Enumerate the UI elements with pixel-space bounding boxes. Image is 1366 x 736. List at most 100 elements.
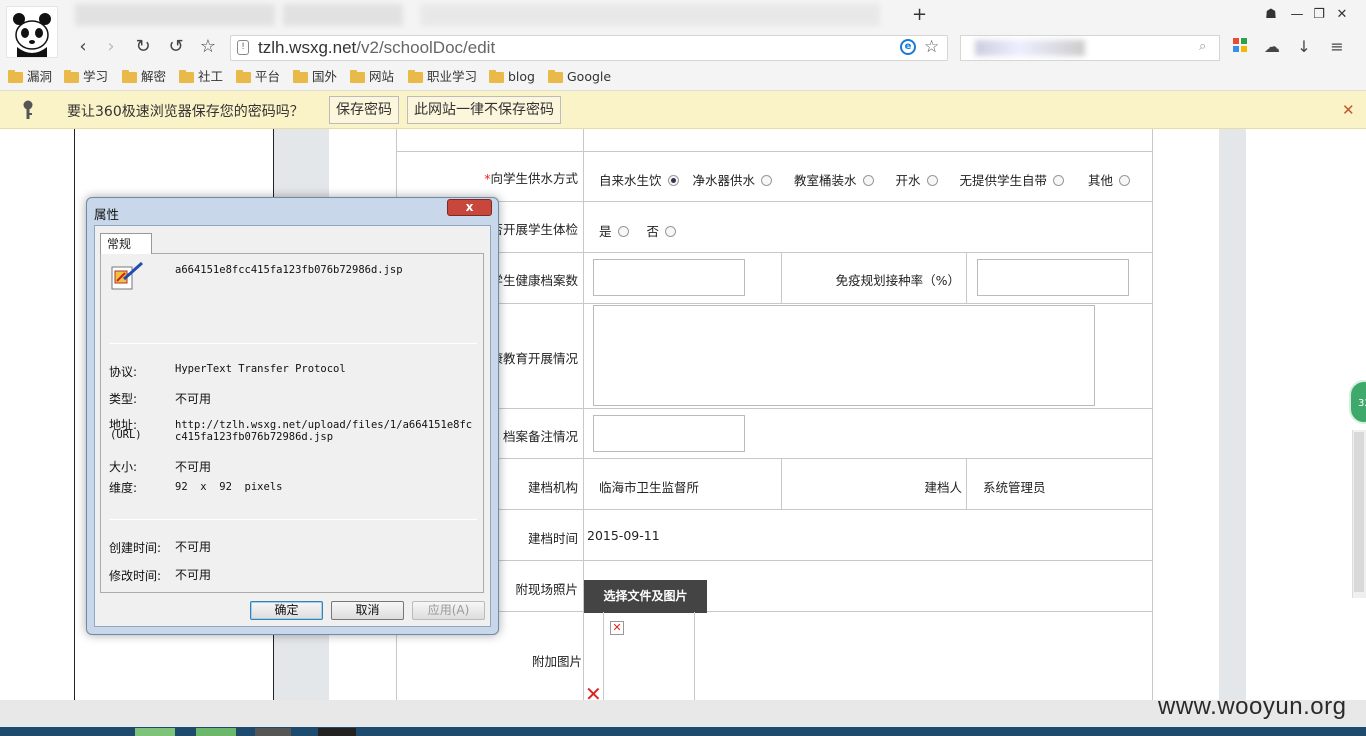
search-icon[interactable]: ⌕ [1199, 39, 1206, 54]
folder-icon [408, 69, 423, 83]
exam-options: 是 否 [599, 221, 678, 240]
download-icon[interactable]: ↓ [1293, 36, 1315, 58]
new-tab-button[interactable]: + [912, 4, 927, 25]
panda-logo-icon[interactable] [6, 6, 58, 58]
archive-note-input[interactable] [593, 415, 745, 452]
forward-icon[interactable]: › [100, 36, 122, 58]
cell-divider [781, 253, 782, 304]
size-label: 大小: [109, 460, 138, 474]
address-label-url: (URL) [110, 429, 142, 441]
folder-icon [548, 69, 563, 83]
type-label: 类型: [109, 392, 138, 406]
address-value-line2: c415fa123fb076b72986d.jsp [175, 431, 334, 443]
type-value: 不可用 [175, 392, 212, 406]
broken-image-icon: ✕ [610, 621, 624, 635]
search-blurred [975, 40, 1085, 56]
key-icon [20, 100, 36, 120]
folder-icon [489, 69, 504, 83]
separator [109, 519, 477, 520]
taskbar-app-icon[interactable] [135, 728, 175, 736]
org-value: 临海市卫生监督所 [599, 480, 700, 495]
favorite-star-icon[interactable]: ☆ [924, 37, 939, 57]
bookmark-folder[interactable]: 国外 [293, 68, 337, 86]
undo-icon[interactable]: ↺ [165, 36, 187, 58]
created-label: 创建时间: [109, 541, 162, 555]
table-row [396, 129, 1153, 152]
maximize-button[interactable]: ❐ [1310, 6, 1328, 24]
close-window-button[interactable]: ✕ [1333, 6, 1351, 24]
protocol-label: 协议: [109, 365, 138, 379]
water-supply-label: *向学生供水方式 [484, 171, 578, 186]
save-password-button[interactable]: 保存密码 [329, 96, 399, 124]
file-image-icon [110, 261, 143, 293]
radio-bottled[interactable] [862, 175, 874, 186]
bookmark-folder[interactable]: 平台 [236, 68, 280, 86]
side-float-badge[interactable]: 32 [1349, 380, 1366, 424]
tab-blurred[interactable] [283, 4, 403, 26]
bookmark-folder[interactable]: 社工 [179, 68, 223, 86]
bookmark-folder[interactable]: blog [489, 68, 535, 86]
attach-image-label: 附加图片 [531, 654, 582, 669]
creator-value: 系统管理员 [983, 480, 1046, 495]
back-icon[interactable]: ‹ [72, 36, 94, 58]
ie-engine-icon[interactable]: e [900, 39, 916, 55]
dimensions-value: 92 x 92 pixels [175, 481, 283, 493]
vaccination-input[interactable] [977, 259, 1129, 296]
modified-label: 修改时间: [109, 569, 162, 583]
vaccination-label: 免疫规划接种率（%） [835, 273, 960, 288]
taskbar-app-icon[interactable] [255, 728, 291, 736]
tab-general[interactable]: 常规 [100, 233, 152, 254]
bookmark-folder[interactable]: Google [548, 68, 611, 86]
folder-icon [293, 69, 308, 83]
minimize-button[interactable]: — [1288, 6, 1306, 24]
ok-button[interactable]: 确定 [250, 601, 323, 620]
radio-purifier[interactable] [761, 175, 773, 186]
scrollbar-thumb[interactable] [1354, 432, 1364, 592]
bookmark-folder[interactable]: 学习 [64, 68, 108, 86]
choose-file-button[interactable]: 选择文件及图片 [584, 580, 707, 613]
folder-icon [122, 69, 137, 83]
cloud-icon[interactable]: ☁ [1261, 36, 1283, 58]
radio-tap-water[interactable] [667, 175, 679, 186]
bookmark-folder[interactable]: 职业学习 [408, 68, 477, 86]
bookmark-folder[interactable]: 网站 [350, 68, 394, 86]
cancel-button[interactable]: 取消 [331, 601, 404, 620]
tab-blurred[interactable] [75, 4, 275, 26]
dimensions-label: 维度: [109, 481, 138, 495]
radio-other[interactable] [1119, 175, 1131, 186]
cell-divider [966, 253, 967, 304]
health-education-textarea[interactable] [593, 305, 1095, 406]
star-icon[interactable]: ☆ [197, 36, 219, 58]
apply-button[interactable]: 应用(A) [412, 601, 485, 620]
menu-icon[interactable]: ≡ [1326, 36, 1348, 58]
separator [109, 343, 477, 344]
water-options: 自来水生饮 净水器供水 教室桶装水 开水 无提供学生自带 其他 [599, 170, 1132, 189]
radio-boiled[interactable] [926, 175, 938, 186]
cell-divider [966, 459, 967, 510]
left-border [74, 129, 75, 700]
never-save-password-button[interactable]: 此网站一律不保存密码 [407, 96, 561, 124]
security-shield-icon[interactable]: ! [237, 40, 249, 55]
taskbar-app-icon[interactable] [196, 728, 236, 736]
radio-exam-yes[interactable] [617, 226, 629, 237]
refresh-icon[interactable]: ↻ [132, 36, 154, 58]
password-prompt-text: 要让360极速浏览器保存您的密码吗？ [67, 104, 304, 120]
created-time-value: 2015-09-11 [587, 528, 660, 543]
taskbar-app-icon[interactable] [318, 728, 356, 736]
folder-icon [236, 69, 251, 83]
apps-icon[interactable] [1233, 38, 1247, 52]
health-record-input[interactable] [593, 259, 745, 296]
bookmark-folder[interactable]: 漏洞 [8, 68, 52, 86]
radio-self-bring[interactable] [1053, 175, 1065, 186]
radio-exam-no[interactable] [665, 226, 677, 237]
size-value: 不可用 [175, 460, 212, 474]
close-infobar-icon[interactable]: ✕ [1342, 101, 1355, 119]
bookmark-folder[interactable]: 解密 [122, 68, 166, 86]
modified-value: 不可用 [175, 568, 212, 582]
dialog-close-button[interactable]: x [447, 199, 492, 216]
folder-icon [350, 69, 365, 83]
tab-blurred[interactable] [420, 4, 880, 26]
url-text[interactable]: tzlh.wsxg.net/v2/schoolDoc/edit [258, 38, 495, 58]
created-value: 不可用 [175, 540, 212, 554]
pin-icon[interactable]: ☗ [1262, 6, 1280, 24]
